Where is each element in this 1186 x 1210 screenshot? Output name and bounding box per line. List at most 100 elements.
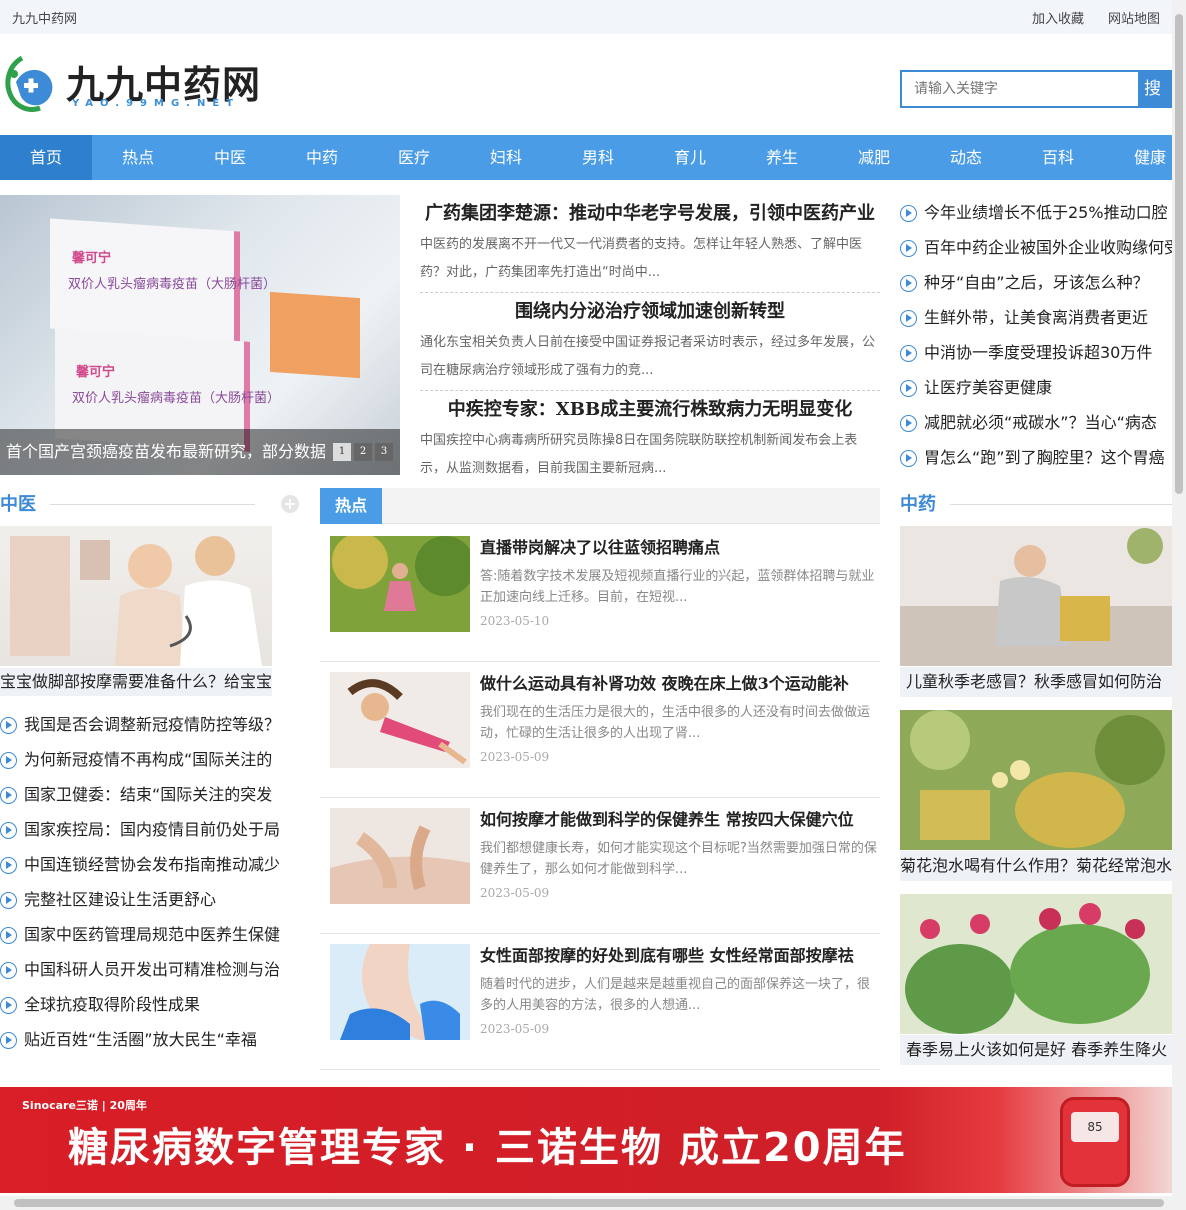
list-item-text: 国家中医药管理局规范中医养生保健 (24, 925, 281, 944)
list-item-text: 我国是否会调整新冠疫情防控等级？ (24, 715, 281, 734)
article-thumbnail[interactable] (330, 808, 470, 904)
nav-item-medical[interactable]: 医疗 (368, 135, 460, 180)
add-favorite-link[interactable]: 加入收藏 (1032, 12, 1084, 27)
tab-hot[interactable]: 热点 (320, 488, 382, 524)
nav-item-tcm[interactable]: 中医 (184, 135, 276, 180)
nav-item-news[interactable]: 动态 (920, 135, 1012, 180)
list-item[interactable]: 中国连锁经营协会发布指南推动减少 (0, 852, 285, 887)
headline-title[interactable]: 中疾控专家：XBB成主要流行株致病力无明显变化 (420, 395, 880, 421)
section-title[interactable]: 中医 (0, 494, 36, 515)
article-desc: 随着时代的进步，人们是越来是越重视自己的面部保养这一块了，很多的人用美容的方法，… (480, 977, 871, 1013)
ad-banner[interactable]: Sinocare三诺 | 20周年 糖尿病数字管理专家 · 三诺生物 成立20周… (0, 1087, 1172, 1193)
list-item[interactable]: 让医疗美容更健康 (900, 375, 1172, 410)
article-thumbnail[interactable] (330, 944, 470, 1040)
list-item[interactable]: 贴近百姓“生活圈”放大民生“幸福 (0, 1027, 285, 1062)
herb-feature-image[interactable] (900, 710, 1172, 850)
slider-page-3[interactable]: 3 (375, 443, 393, 461)
tcm-feature-image[interactable] (0, 526, 272, 666)
play-circle-icon (900, 415, 917, 432)
list-item-text: 生鲜外带，让美食离消费者更近 (924, 308, 1149, 327)
nav-item-parenting[interactable]: 育儿 (644, 135, 736, 180)
nav-item-health[interactable]: 健康 (1104, 135, 1172, 180)
herb-caption[interactable]: 春季易上火该如何是好 春季养生降火 (900, 1035, 1172, 1065)
article-thumbnail[interactable] (330, 672, 470, 768)
headline-title[interactable]: 广药集团李楚源：推动中华老字号发展，引领中医药产业 (420, 199, 880, 225)
list-item[interactable]: 百年中药企业被国外企业收购缘何受 (900, 235, 1172, 270)
list-item-text: 今年业绩增长不低于25%推动口腔 (924, 203, 1168, 222)
list-item[interactable]: 我国是否会调整新冠疫情防控等级？ (0, 712, 285, 747)
herb-caption[interactable]: 儿童秋季老感冒？秋季感冒如何防治 (900, 667, 1172, 697)
logo-domain: YAO.99MG.NET (72, 98, 240, 109)
nav-item-gynecology[interactable]: 妇科 (460, 135, 552, 180)
article-card[interactable]: 做什么运动具有补肾功效 夜晚在床上做3个运动能补 我们现在的生活压力是很大的，生… (320, 662, 880, 798)
product-name: 双价人乳头瘤病毒疫苗（大肠杆菌） (68, 277, 277, 292)
banner-headline: 糖尿病数字管理专家 · 三诺生物 成立20周年 (68, 1125, 907, 1171)
article-thumbnail[interactable] (330, 536, 470, 632)
list-item[interactable]: 国家中医药管理局规范中医养生保健 (0, 922, 285, 957)
list-item-text: 为何新冠疫情不再构成“国际关注的 (24, 750, 273, 769)
article-card[interactable]: 女性面部按摩的好处到底有哪些 女性经常面部按摩祛 随着时代的进步，人们是越来是越… (320, 934, 880, 1070)
slider-page-1[interactable]: 1 (333, 443, 351, 461)
article-title[interactable]: 做什么运动具有补肾功效 夜晚在床上做3个运动能补 (480, 670, 849, 694)
play-circle-icon (0, 822, 17, 839)
list-item[interactable]: 国家疾控局：国内疫情目前仍处于局 (0, 817, 285, 852)
article-title[interactable]: 女性面部按摩的好处到底有哪些 女性经常面部按摩祛 (480, 942, 854, 966)
sitemap-link[interactable]: 网站地图 (1108, 12, 1160, 27)
scrollbar-thumb[interactable] (14, 1199, 1164, 1207)
vertical-scrollbar[interactable] (1172, 0, 1186, 1196)
list-item[interactable]: 国家卫健委：结束“国际关注的突发 (0, 782, 285, 817)
list-item[interactable]: 生鲜外带，让美食离消费者更近 (900, 305, 1172, 340)
article-title[interactable]: 直播带岗解决了以往蓝领招聘痛点 (480, 534, 720, 558)
nav-item-herbs[interactable]: 中药 (276, 135, 368, 180)
site-logo[interactable]: 九九中药网 YAO.99MG.NET (2, 52, 272, 116)
herb-feature-image[interactable] (900, 894, 1172, 1034)
nav-item-weight-loss[interactable]: 减肥 (828, 135, 920, 180)
herb-caption[interactable]: 菊花泡水喝有什么作用？菊花经常泡水 (900, 851, 1172, 881)
image-slider[interactable]: 馨可宁 双价人乳头瘤病毒疫苗（大肠杆菌） 馨可宁 双价人乳头瘤病毒疫苗（大肠杆菌… (0, 195, 400, 475)
more-plus-icon[interactable]: + (281, 495, 299, 513)
list-item[interactable]: 中国科研人员开发出可精准检测与治 (0, 957, 285, 992)
article-desc: 我们都想健康长寿，如何才能实现这个目标呢?当然需要加强日常的保健养生了，那么如何… (480, 841, 877, 877)
herb-feature-image[interactable] (900, 526, 1172, 666)
list-item[interactable]: 今年业绩增长不低于25%推动口腔 (900, 200, 1172, 235)
section-title[interactable]: 中药 (900, 494, 936, 515)
article-card[interactable]: 直播带岗解决了以往蓝领招聘痛点 答:随着数字技术发展及短视频直播行业的兴起，蓝领… (320, 526, 880, 662)
search-button[interactable]: 搜索 (1138, 70, 1172, 108)
top-bar: 九九中药网 加入收藏 网站地图 (0, 0, 1172, 34)
article-card[interactable]: 如何按摩才能做到科学的保健养生 常按四大保健穴位 我们都想健康长寿，如何才能实现… (320, 798, 880, 934)
headline-desc: 通化东宝相关负责人日前在接受中国证券报记者采访时表示，经过多年发展，公司在糖尿病… (420, 335, 876, 378)
article-desc: 答:随着数字技术发展及短视频直播行业的兴起，蓝领群体招聘与就业正加速向线上迁移。… (480, 569, 875, 605)
nav-item-home[interactable]: 首页 (0, 135, 92, 180)
list-item[interactable]: 完整社区建设让生活更舒心 (0, 887, 285, 922)
slider-page-2[interactable]: 2 (354, 443, 372, 461)
right-news-list: 今年业绩增长不低于25%推动口腔 百年中药企业被国外企业收购缘何受 种牙“自由”… (900, 200, 1172, 480)
headlines: 广药集团李楚源：推动中华老字号发展，引领中医药产业 中医药的发展离不开一代又一代… (420, 195, 880, 489)
nav-item-wellness[interactable]: 养生 (736, 135, 828, 180)
nav-item-andrology[interactable]: 男科 (552, 135, 644, 180)
play-circle-icon (900, 240, 917, 257)
hot-section-header: 热点 (320, 488, 880, 524)
product-brand: 馨可宁 (76, 365, 116, 380)
nav-item-encyclopedia[interactable]: 百科 (1012, 135, 1104, 180)
scrollbar-thumb[interactable] (1175, 14, 1183, 494)
product-name: 双价人乳头瘤病毒疫苗（大肠杆菌） (72, 391, 281, 406)
list-item-text: 让医疗美容更健康 (924, 378, 1053, 397)
horizontal-scrollbar[interactable] (0, 1196, 1186, 1210)
play-circle-icon (900, 380, 917, 397)
section-heading-tcm: 中医 + (0, 490, 300, 520)
play-circle-icon (900, 450, 917, 467)
article-title[interactable]: 如何按摩才能做到科学的保健养生 常按四大保健穴位 (480, 806, 854, 830)
list-item[interactable]: 胃怎么“跑”到了胸腔里？这个胃癌 (900, 445, 1172, 480)
article-date: 2023-05-09 (480, 750, 550, 764)
search-input[interactable] (900, 70, 1140, 108)
list-item[interactable]: 为何新冠疫情不再构成“国际关注的 (0, 747, 285, 782)
list-item[interactable]: 中消协一季度受理投诉超30万件 (900, 340, 1172, 375)
tcm-feature-caption[interactable]: 宝宝做脚部按摩需要准备什么？给宝宝 (0, 668, 272, 696)
headline-title[interactable]: 围绕内分泌治疗领域加速创新转型 (420, 297, 880, 323)
nav-item-hot[interactable]: 热点 (92, 135, 184, 180)
list-item[interactable]: 种牙“自由”之后，牙该怎么种？ (900, 270, 1172, 305)
list-item[interactable]: 减肥就必须“戒碳水”？当心“病态 (900, 410, 1172, 445)
list-item[interactable]: 全球抗疫取得阶段性成果 (0, 992, 285, 1027)
top-site-name[interactable]: 九九中药网 (12, 8, 77, 27)
tcm-news-list: 我国是否会调整新冠疫情防控等级？ 为何新冠疫情不再构成“国际关注的 国家卫健委：… (0, 712, 285, 1062)
